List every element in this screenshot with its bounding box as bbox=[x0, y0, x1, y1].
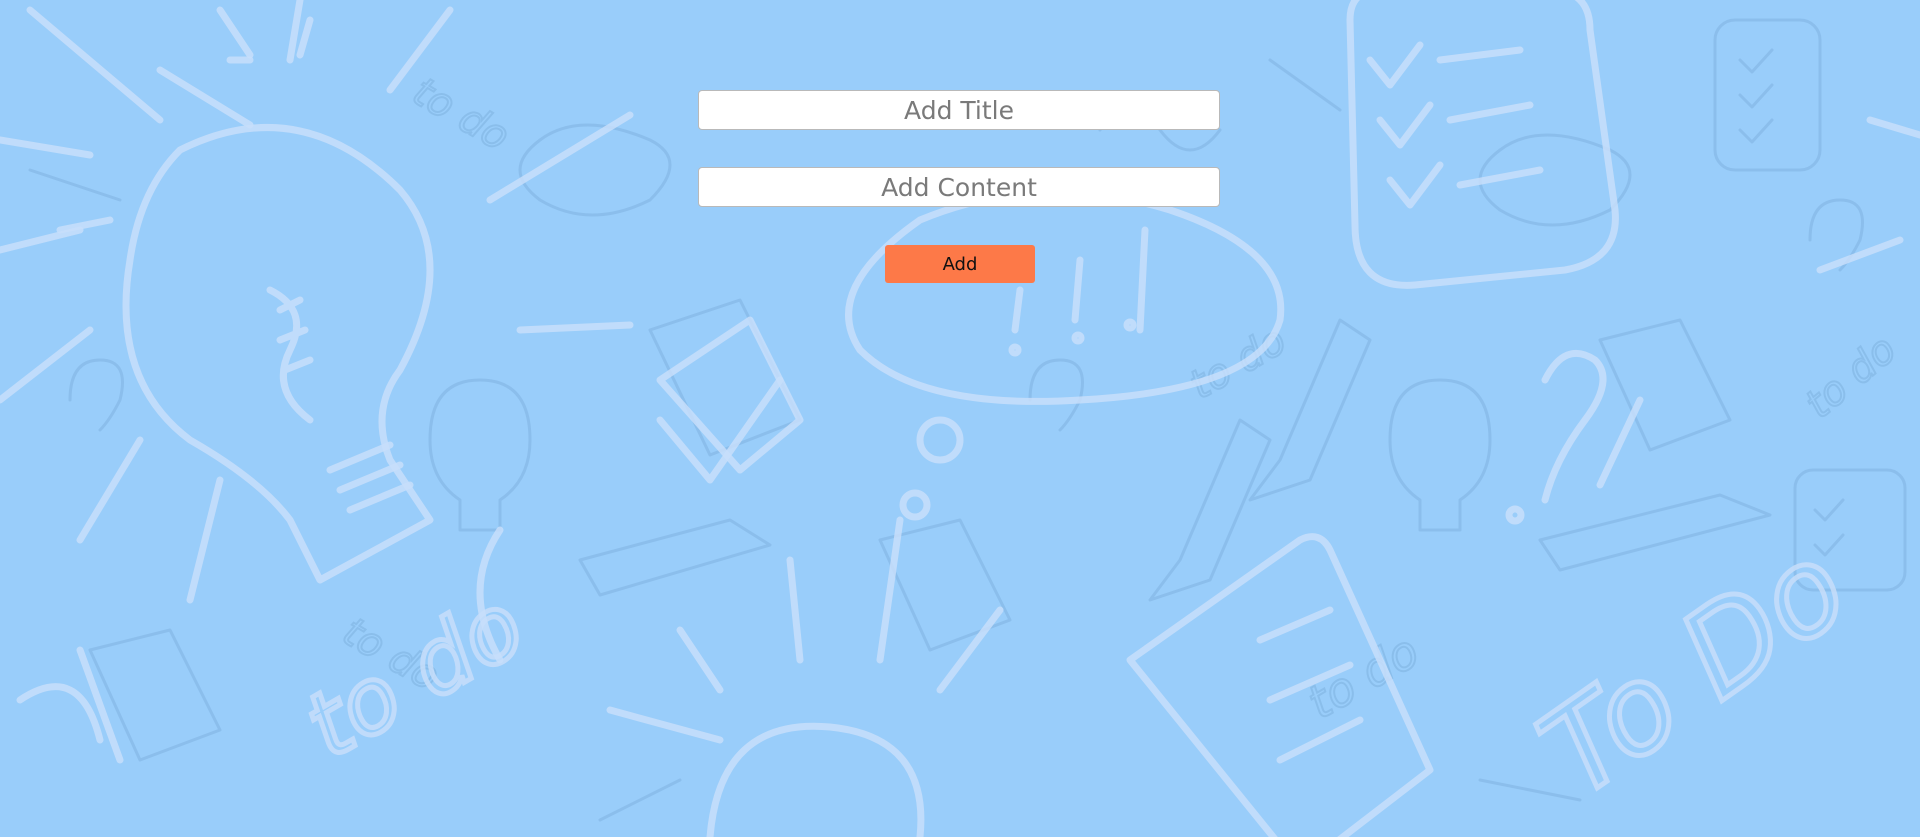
svg-text:to do: to do bbox=[289, 573, 542, 780]
add-button[interactable]: Add bbox=[885, 245, 1035, 283]
svg-text:to do: to do bbox=[1797, 326, 1905, 427]
svg-text:to do: to do bbox=[405, 69, 517, 160]
svg-text:To Do: To Do bbox=[1517, 517, 1872, 824]
content-input[interactable] bbox=[698, 167, 1220, 207]
title-input[interactable] bbox=[698, 90, 1220, 130]
